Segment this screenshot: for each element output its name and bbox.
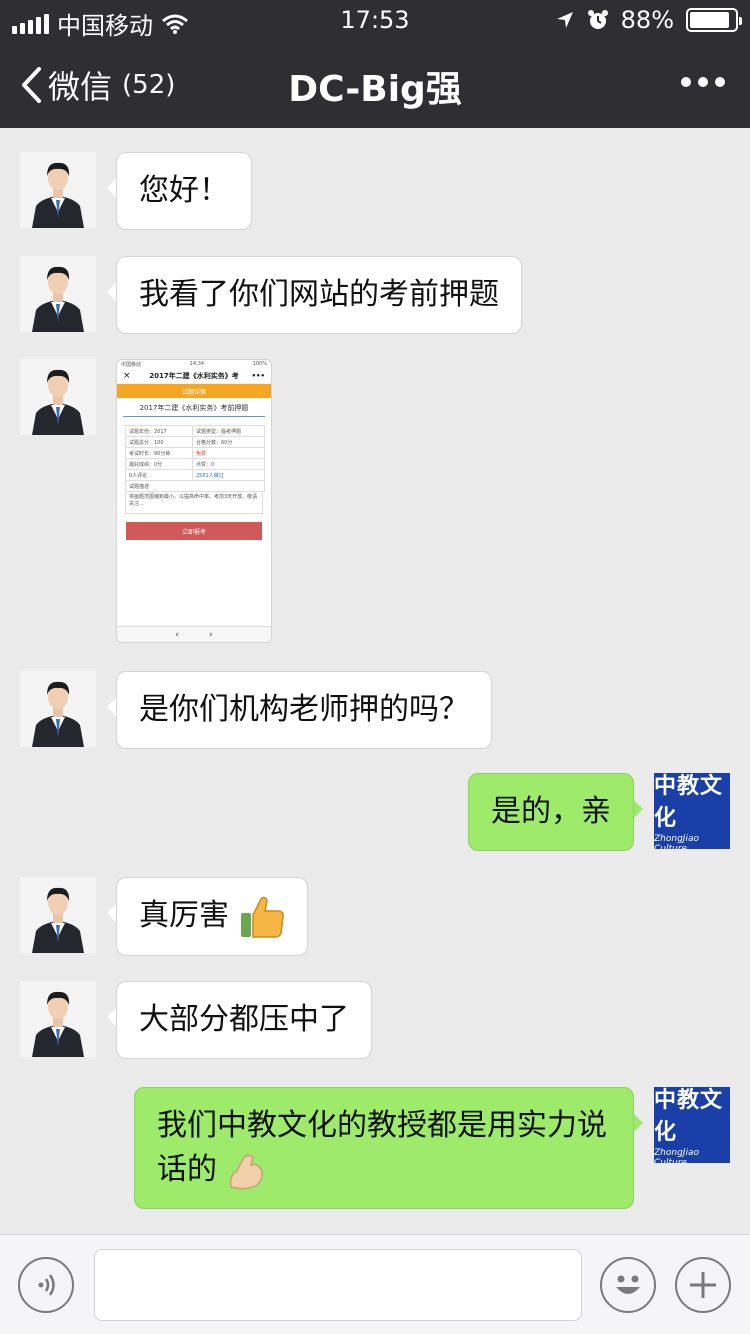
voice-button[interactable] — [18, 1257, 74, 1313]
contact-avatar[interactable] — [20, 877, 96, 953]
chat-title: DC-Big强 — [288, 69, 462, 110]
thumb-info-table: 试题年份：2017 试题类型：临考押题 试题总分：100 合格分数：60分 考试时长… — [125, 425, 266, 492]
table-cell: 试题描述 — [125, 480, 265, 492]
chat-area[interactable]: 您好！ 我看了你们网站的考前押题 中国移动 14:34 100% × 2017年… — [0, 128, 750, 1234]
message-row: 中教文化 ZhongJiao Culture 是的，亲 — [468, 773, 730, 851]
table-cell: 试题年份：2017 — [125, 425, 193, 437]
self-avatar[interactable]: 中教文化 ZhongJiao Culture — [654, 1087, 730, 1163]
message-bubble[interactable]: 是你们机构老师押的吗？ — [107, 671, 492, 749]
voice-icon — [38, 1274, 55, 1296]
contact-avatar[interactable] — [20, 152, 96, 228]
smiley-icon — [616, 1275, 640, 1294]
battery-percentage: 88% — [620, 6, 674, 34]
input-bar — [0, 1234, 750, 1334]
plus-icon — [690, 1272, 716, 1298]
message-row: 您好！ — [20, 152, 252, 230]
table-cell: 点赞：0 — [191, 458, 266, 470]
close-icon: × — [123, 370, 131, 381]
contact-avatar[interactable] — [20, 256, 96, 332]
message-row: 大部分都压中了 — [20, 981, 372, 1059]
table-cell: 0人评论 — [125, 469, 193, 481]
thumbs-up-icon — [240, 896, 284, 938]
table-cell: 试题总分：100 — [125, 436, 193, 448]
message-bubble[interactable]: 我们中教文化的教授都是用实力说话的 — [134, 1087, 643, 1209]
brand-logo-subtext: ZhongJiao Culture — [654, 834, 699, 849]
message-text: 真厉害 — [139, 898, 229, 933]
message-row: 中教文化 ZhongJiao Culture 我们中教文化的教授都是用实力说话的 — [134, 1087, 730, 1209]
thumb-carrier: 中国移动 — [121, 362, 142, 368]
thumb-status-bar: 中国移动 14:34 100% — [117, 360, 271, 368]
brand-logo-text: 中教文化 — [654, 773, 724, 830]
message-bubble[interactable]: 真厉害 — [107, 877, 308, 956]
message-input[interactable] — [94, 1249, 582, 1321]
add-button[interactable] — [675, 1257, 731, 1313]
brand-logo-text: 中教文化 — [654, 1087, 724, 1144]
message-row: 真厉害 — [20, 877, 308, 956]
thumb-page-title: 2017年二建《水利实务》考 — [149, 371, 239, 380]
message-row: 是你们机构老师押的吗？ — [20, 671, 492, 749]
message-bubble[interactable]: 您好！ — [107, 152, 252, 230]
more-dots-icon — [681, 77, 725, 87]
contact-avatar[interactable] — [20, 359, 96, 435]
nav-bar: 微信 (52) DC-Big强 — [0, 40, 750, 128]
chevron-left-icon: ‹ — [175, 629, 179, 640]
table-cell: 合格分数：60分 — [191, 436, 266, 448]
table-cell: 试题类型：临考押题 — [191, 425, 266, 437]
battery-icon — [686, 8, 742, 32]
thumb-orange-bar: 试题详情 — [117, 384, 271, 398]
chevron-right-icon: › — [209, 629, 213, 640]
message-bubble[interactable]: 我看了你们网站的考前押题 — [107, 256, 522, 334]
table-cell: 免费 — [191, 447, 266, 459]
table-cell: 考试时长：90分钟 — [125, 447, 193, 459]
message-bubble[interactable]: 是的，亲 — [468, 773, 643, 851]
thumb-heading: 2017年二建《水利实务》考前押题 — [123, 398, 265, 417]
thumb-apply-button: 立即报考 — [126, 522, 262, 540]
thumb-section-title: 试题详情 — [181, 388, 206, 396]
location-arrow-icon — [556, 12, 573, 28]
table-cell: 最好成绩：0分 — [125, 458, 193, 470]
alarm-clock-icon — [587, 10, 608, 29]
table-cell: 2561人做过 — [191, 469, 266, 481]
thumb-time: 14:34 — [189, 361, 205, 367]
message-row: 我看了你们网站的考前押题 — [20, 256, 522, 334]
status-bar: 中国移动 17:53 88% — [0, 0, 750, 40]
image-message[interactable]: 中国移动 14:34 100% × 2017年二建《水利实务》考 ••• 试题详… — [116, 359, 272, 643]
thumb-footer: ‹ › — [117, 626, 271, 642]
flexed-biceps-icon — [229, 1154, 263, 1189]
message-bubble[interactable]: 大部分都压中了 — [107, 981, 372, 1059]
contact-avatar[interactable] — [20, 981, 96, 1057]
thumb-battery: 100% — [252, 361, 267, 367]
brand-logo-subtext: ZhongJiao Culture — [654, 1148, 699, 1163]
thumb-description: 将画题范围缩到最小。以提高命中率。考前3天开放。敬请关注... — [125, 492, 263, 514]
more-button[interactable] — [680, 60, 726, 110]
message-text: 我们中教文化的教授都是用实力说话的 — [157, 1108, 607, 1187]
more-dots-icon: ••• — [251, 371, 265, 380]
self-avatar[interactable]: 中教文化 ZhongJiao Culture — [654, 773, 730, 849]
contact-avatar[interactable] — [20, 671, 96, 747]
message-row: 中国移动 14:34 100% × 2017年二建《水利实务》考 ••• 试题详… — [20, 359, 272, 643]
thumb-title-bar: × 2017年二建《水利实务》考 ••• — [117, 368, 271, 384]
emoji-button[interactable] — [600, 1257, 656, 1313]
